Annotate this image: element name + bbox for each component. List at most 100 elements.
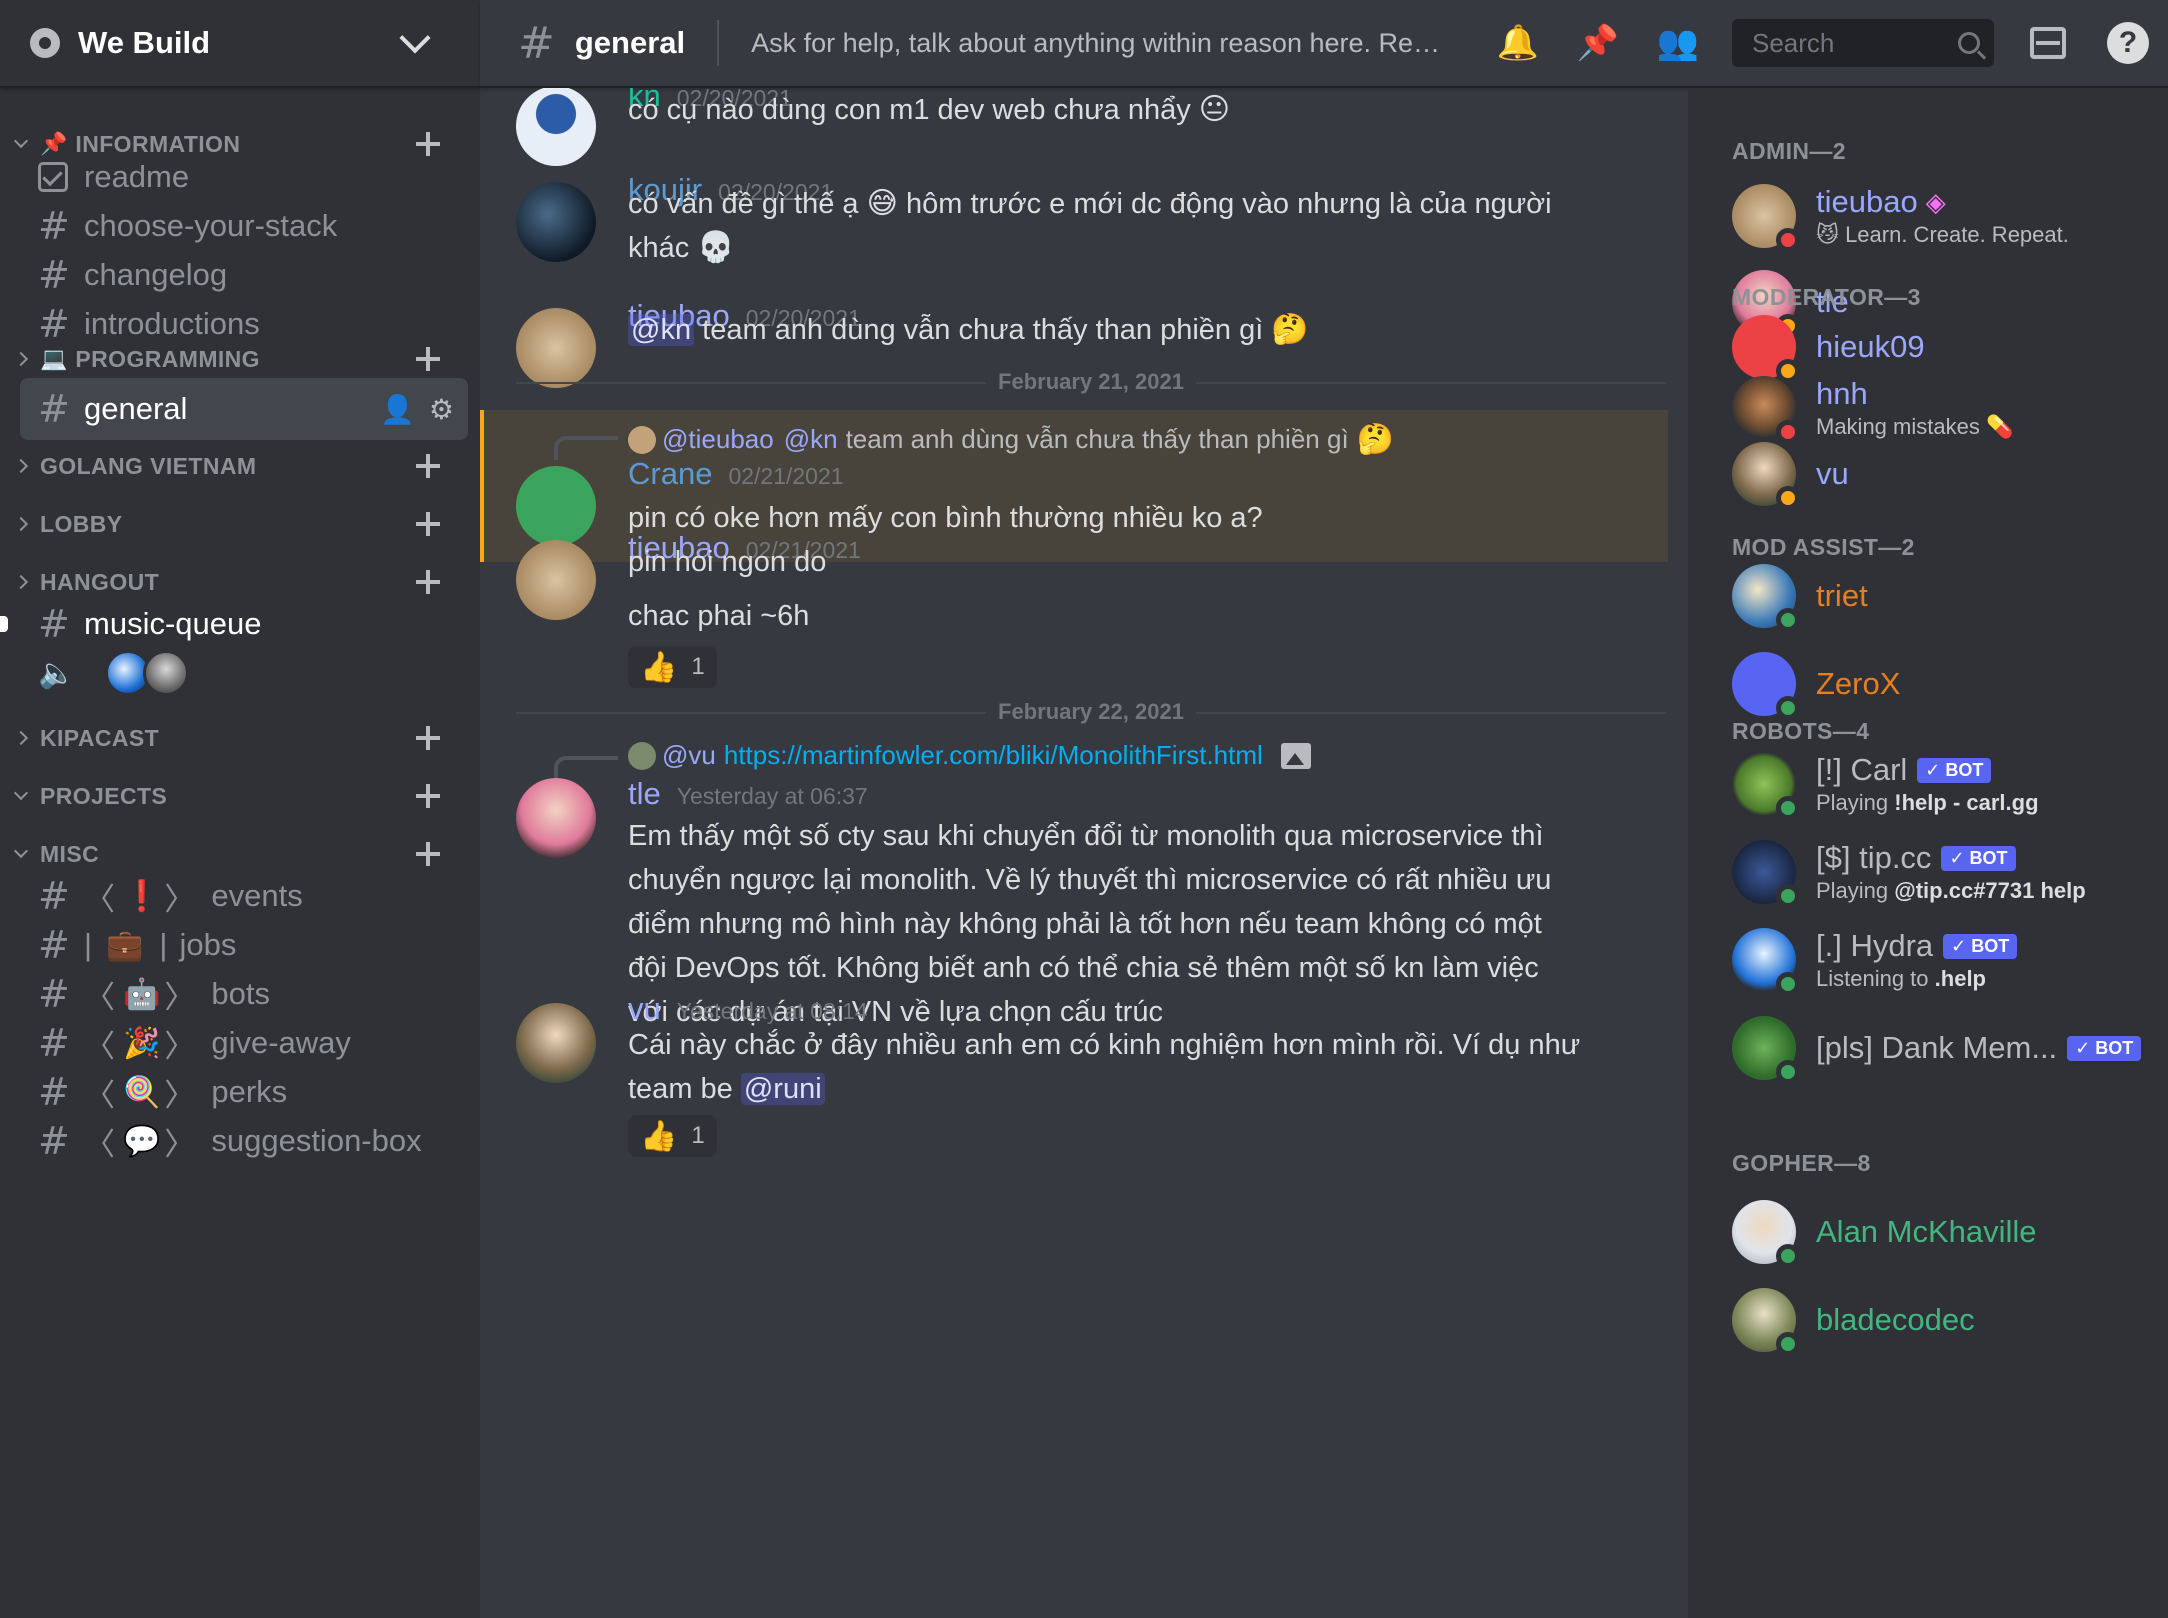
chevron-icon — [13, 730, 29, 746]
avatar[interactable] — [516, 182, 596, 262]
member-name: ZeroX — [1816, 666, 1901, 701]
status-online-icon — [1776, 1332, 1800, 1356]
invite-icon[interactable]: 👤 — [380, 393, 415, 426]
search-input[interactable] — [1752, 27, 1958, 59]
gear-icon[interactable]: ⚙ — [429, 393, 454, 426]
category-projects[interactable]: PROJECTS — [0, 776, 460, 816]
member-status-detail: @tip.cc#7731 help — [1894, 878, 2086, 903]
bell-icon[interactable]: 🔔 — [1478, 3, 1558, 83]
category-lobby[interactable]: LOBBY — [0, 504, 460, 544]
status-online-icon — [1776, 1244, 1800, 1268]
member-alan-mckhaville[interactable]: Alan McKhaville — [1732, 1196, 2152, 1268]
bracket-deco: 〈 — [84, 979, 115, 1015]
pill-emoji: 💊 — [1985, 414, 2014, 439]
members-icon[interactable]: 👥 — [1638, 3, 1718, 83]
avatar — [1732, 928, 1800, 996]
reaction-thumbs-up[interactable]: 👍 1 — [628, 1115, 717, 1157]
thinking-emoji: 🤔 — [1356, 423, 1395, 456]
reaction-thumbs-up[interactable]: 👍 1 — [628, 646, 717, 688]
avatar — [1732, 564, 1800, 632]
message-text: có cụ nào dùng con m1 dev web chưa nhẩy — [628, 94, 1191, 126]
chevron-icon — [13, 785, 29, 801]
reply-connector — [554, 436, 618, 460]
member-hnh[interactable]: hnh Making mistakes 💊 — [1732, 372, 2152, 444]
hash-icon: # — [38, 602, 70, 646]
reaction-count: 1 — [691, 653, 705, 680]
chevron-icon — [13, 458, 29, 474]
avatar[interactable] — [516, 1003, 596, 1083]
status-online-icon — [1776, 608, 1800, 632]
avatar[interactable] — [516, 308, 596, 388]
help-icon: ? — [2107, 22, 2149, 64]
hash-icon: # — [38, 1021, 70, 1065]
status-online-icon — [1776, 696, 1800, 720]
category-programming[interactable]: 💻 PROGRAMMING — [0, 339, 460, 379]
reply-link[interactable]: https://martinfowler.com/bliki/MonolithF… — [724, 740, 1263, 771]
member-vu[interactable]: vu — [1732, 438, 2152, 510]
member-list: ADMIN—2 tieubao ◈ 😼 Learn. Create. Repeat… — [1688, 88, 2168, 1618]
message-content: chac phai ~6h — [628, 594, 809, 638]
avatar — [1732, 1288, 1800, 1356]
create-channel-icon[interactable] — [408, 776, 448, 816]
avatar[interactable] — [516, 540, 596, 620]
user-mention[interactable]: @kn — [628, 314, 695, 346]
channel-music-queue[interactable]: # music-queue — [20, 593, 468, 655]
channel-label: jobs — [179, 927, 237, 962]
member-name: [pls] Dank Mem... — [1816, 1030, 2058, 1065]
thinking-emoji: 🤔 — [1271, 313, 1309, 346]
laptop-icon: 💻 — [40, 346, 68, 371]
hash-icon: # — [38, 204, 70, 248]
reply-preview[interactable]: @tieubao @kn team anh dùng vẫn chưa thấy… — [628, 422, 1394, 457]
server-header[interactable]: We Build — [0, 0, 480, 88]
unread-indicator — [0, 616, 8, 632]
avatar — [628, 425, 656, 454]
member-tipcc[interactable]: [$] tip.cc BOT Playing @tip.cc#7731 help — [1732, 836, 2152, 908]
category-golang-vietnam[interactable]: GOLANG VIETNAM — [0, 446, 460, 486]
message-author[interactable]: vu — [628, 991, 661, 1027]
create-channel-icon[interactable] — [408, 339, 448, 379]
member-triet[interactable]: triet — [1732, 560, 2152, 632]
hash-icon: # — [38, 923, 70, 967]
inbox-icon-button[interactable] — [2008, 3, 2088, 83]
avatar — [1732, 1200, 1800, 1268]
member-dank-memer[interactable]: [pls] Dank Mem... BOT — [1732, 1012, 2152, 1084]
avatar[interactable] — [516, 778, 596, 858]
member-bladecodec[interactable]: bladecodec — [1732, 1284, 2152, 1356]
member-hydra[interactable]: [.] Hydra BOT Listening to .help — [1732, 924, 2152, 996]
user-mention[interactable]: @runi — [740, 1073, 825, 1105]
bot-badge: BOT — [1941, 845, 2016, 871]
reply-author[interactable]: @tieubao — [662, 424, 774, 455]
avatar[interactable] — [516, 88, 596, 166]
member-tieubao[interactable]: tieubao ◈ 😼 Learn. Create. Repeat. — [1732, 180, 2152, 252]
member-name: hieuk09 — [1816, 329, 1925, 364]
chevron-down-icon[interactable] — [399, 22, 431, 54]
message-author[interactable]: tle — [628, 776, 661, 812]
member-zerox[interactable]: ZeroX — [1732, 648, 2152, 720]
channel-general[interactable]: # general 👤 ⚙ — [20, 378, 468, 440]
search-box[interactable] — [1732, 19, 1994, 67]
avatar — [1732, 652, 1800, 720]
create-channel-icon[interactable] — [408, 504, 448, 544]
avatar[interactable] — [516, 466, 596, 546]
reply-preview[interactable]: @vu https://martinfowler.com/bliki/Monol… — [628, 740, 1311, 771]
member-carl[interactable]: [!] Carl BOT Playing !help - carl.gg — [1732, 748, 2152, 820]
user-mention[interactable]: @kn — [784, 424, 838, 455]
member-status-detail: .help — [1934, 966, 1986, 991]
channel-suggestion-box[interactable]: # 〈 💬 〉 suggestion-box — [20, 1110, 468, 1172]
role-header: MOD ASSIST—2 — [1732, 534, 1915, 560]
create-channel-icon[interactable] — [408, 446, 448, 486]
channel-topic[interactable]: Ask for help, talk about anything within… — [751, 28, 1448, 59]
avatar[interactable] — [143, 650, 190, 696]
neutral-face-emoji: 😐 — [1198, 93, 1231, 126]
reply-author[interactable]: @vu — [662, 740, 716, 771]
bracket-deco: | — [159, 927, 168, 962]
category-kipacast[interactable]: KIPACAST — [0, 718, 460, 758]
member-name: triet — [1816, 578, 1868, 613]
category-label: KIPACAST — [40, 724, 160, 751]
help-button[interactable]: ? — [2088, 3, 2168, 83]
create-channel-icon[interactable] — [408, 718, 448, 758]
message-author[interactable]: Crane — [628, 456, 712, 492]
boost-icon: ◈ — [1925, 186, 1946, 217]
pin-icon[interactable]: 📌 — [1558, 3, 1638, 83]
channel-label: perks — [211, 1074, 288, 1109]
